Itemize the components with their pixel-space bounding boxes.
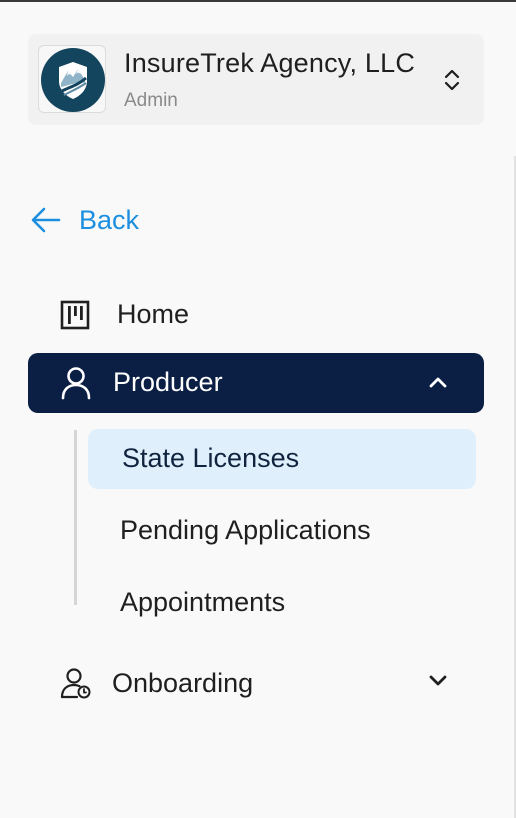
back-link[interactable]: Back [30,200,150,242]
chevron-down-icon[interactable] [428,673,448,692]
submenu-rail [74,430,77,605]
nav-sublabel-appointments: Appointments [120,587,286,617]
nav-label-onboarding: Onboarding [112,668,254,698]
user-icon [60,366,92,405]
nav-subitem-appointments[interactable]: Appointments [88,573,476,633]
org-switcher[interactable]: InsureTrek Agency, LLC Admin [28,34,484,125]
nav-label-producer: Producer [113,367,223,397]
window-top-border [0,0,516,2]
org-role: Admin [124,90,178,111]
nav-item-onboarding[interactable]: Onboarding [28,653,484,713]
nav-item-producer[interactable]: Producer [28,353,484,413]
board-icon [60,300,90,335]
nav-subitem-state-licenses[interactable]: State Licenses [88,429,476,489]
chevron-up-down-icon[interactable] [442,68,462,92]
back-label: Back [79,205,140,235]
insuretrek-mountain-logo-icon [41,48,105,112]
org-name: InsureTrek Agency, LLC [124,48,416,78]
chevron-up-icon[interactable] [428,375,448,394]
user-clock-icon [60,667,92,704]
nav-item-home[interactable]: Home [28,286,484,346]
nav-sublabel-state-licenses: State Licenses [122,443,300,473]
nav-subitem-pending-applications[interactable]: Pending Applications [88,501,476,561]
arrow-left-icon [30,204,62,241]
nav-sublabel-pending-applications: Pending Applications [120,515,371,545]
org-logo [38,45,106,113]
nav-label-home: Home [117,299,190,329]
